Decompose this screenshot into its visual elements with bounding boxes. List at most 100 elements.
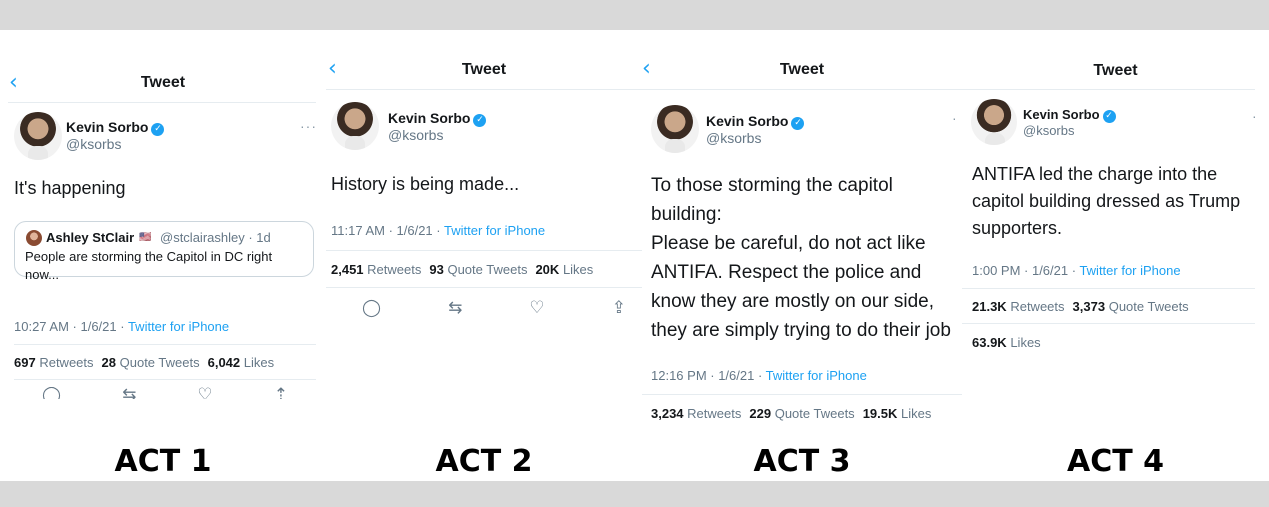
- quoted-user-name: Ashley StClair: [46, 230, 135, 245]
- reply-icon[interactable]: ◯: [42, 387, 61, 399]
- retweet-icon[interactable]: ⇆: [448, 300, 462, 317]
- act-label: ACT 1: [114, 444, 212, 479]
- like-count[interactable]: 63.9K: [972, 335, 1007, 350]
- us-flag-icon: 🇺🇸: [139, 232, 152, 243]
- user-name-text[interactable]: Kevin Sorbo: [66, 119, 148, 135]
- heart-icon[interactable]: ♡: [529, 300, 544, 317]
- avatar[interactable]: [14, 112, 62, 160]
- retweet-icon[interactable]: ⇆: [122, 387, 136, 399]
- avatar[interactable]: [651, 105, 699, 153]
- user-name-text[interactable]: Kevin Sorbo: [1023, 107, 1100, 122]
- more-options-icon[interactable]: ···: [300, 118, 317, 134]
- tweet-panel-act-2: ‹ Tweet Kevin Sorbo ✓ @ksorbs History is …: [326, 30, 642, 481]
- header-divider: [8, 102, 316, 103]
- timestamp-text: 10:27 AM · 1/6/21 ·: [14, 319, 128, 334]
- user-name-text[interactable]: Kevin Sorbo: [706, 113, 788, 129]
- timestamp-text: 1:00 PM · 1/6/21 ·: [972, 263, 1080, 278]
- header-divider: [326, 89, 642, 90]
- verified-badge-icon: ✓: [473, 114, 487, 127]
- user-name[interactable]: Kevin Sorbo ✓: [388, 110, 487, 127]
- source-link[interactable]: Twitter for iPhone: [766, 368, 867, 383]
- likes-label[interactable]: Likes: [244, 355, 274, 370]
- tweet-text: History is being made...: [331, 174, 520, 194]
- likes-label[interactable]: Likes: [901, 406, 931, 421]
- user-handle[interactable]: @ksorbs: [706, 130, 761, 146]
- act-label: ACT 4: [1066, 444, 1165, 479]
- tweet-timestamp: 1:00 PM · 1/6/21 · Twitter for iPhone: [972, 263, 1181, 278]
- tweet-stats: 2,451 Retweets 93 Quote Tweets 20K Likes: [331, 262, 593, 277]
- like-count[interactable]: 20K: [535, 262, 559, 277]
- source-link[interactable]: Twitter for iPhone: [128, 319, 229, 334]
- tweet-panel-act-1: ‹ Tweet Kevin Sorbo ✓ @ksorbs ··· It's ha…: [0, 30, 326, 481]
- quote-count[interactable]: 93: [429, 262, 443, 277]
- action-bar: ◯ ⇆ ♡ ⇪: [362, 300, 626, 317]
- tweet-text: It's happening: [14, 178, 126, 198]
- like-count[interactable]: 19.5K: [863, 406, 898, 421]
- tweet-likes: 63.9K Likes: [972, 335, 1041, 350]
- like-count[interactable]: 6,042: [208, 355, 241, 370]
- retweet-count[interactable]: 2,451: [331, 262, 364, 277]
- quote-tweets-label[interactable]: Quote Tweets: [775, 406, 855, 421]
- avatar[interactable]: [971, 99, 1017, 145]
- act-label: ACT 2: [435, 444, 533, 479]
- header-divider: [962, 89, 1255, 90]
- retweets-label[interactable]: Retweets: [367, 262, 421, 277]
- retweets-label[interactable]: Retweets: [39, 355, 93, 370]
- retweet-count[interactable]: 21.3K: [972, 299, 1007, 314]
- timestamp-text: 12:16 PM · 1/6/21 ·: [651, 368, 766, 383]
- tweet-timestamp: 11:17 AM · 1/6/21 · Twitter for iPhone: [331, 223, 545, 238]
- user-handle[interactable]: @ksorbs: [66, 136, 121, 152]
- tweet-panel-act-3: ‹ Tweet Kevin Sorbo ✓ @ksorbs · To those …: [642, 30, 962, 481]
- verified-badge-icon: ✓: [791, 117, 805, 130]
- more-options-icon[interactable]: ·: [952, 110, 958, 126]
- quoted-tweet[interactable]: Ashley StClair 🇺🇸 @stclairashley · 1d Pe…: [14, 221, 314, 282]
- action-bar: ◯ ⇆ ♡ ⇡: [42, 387, 288, 399]
- stats-divider-middle: [962, 323, 1255, 324]
- tweet-text: To those storming the capitol building: …: [651, 175, 951, 341]
- quoted-user-handle: @stclairashley · 1d: [160, 230, 271, 245]
- page-title: Tweet: [140, 74, 186, 91]
- retweet-count[interactable]: 697: [14, 355, 36, 370]
- share-icon[interactable]: ⇡: [274, 387, 288, 399]
- share-icon[interactable]: ⇪: [612, 300, 626, 317]
- retweets-label[interactable]: Retweets: [687, 406, 741, 421]
- retweet-count[interactable]: 3,234: [651, 406, 684, 421]
- verified-badge-icon: ✓: [1102, 110, 1116, 123]
- stats-divider-top: [642, 394, 962, 395]
- source-link[interactable]: Twitter for iPhone: [444, 223, 545, 238]
- stats-divider-bottom: [14, 379, 316, 380]
- quote-count[interactable]: 229: [749, 406, 771, 421]
- tweet-stats: 3,234 Retweets 229 Quote Tweets 19.5K Like…: [651, 406, 931, 421]
- source-link[interactable]: Twitter for iPhone: [1079, 263, 1180, 278]
- stats-divider-top: [962, 288, 1255, 289]
- header-divider: [642, 89, 962, 90]
- user-name-text[interactable]: Kevin Sorbo: [388, 110, 470, 126]
- avatar[interactable]: [331, 102, 379, 150]
- user-handle[interactable]: @ksorbs: [388, 127, 443, 143]
- tweet-stats: 21.3K Retweets 3,373 Quote Tweets: [972, 299, 1189, 314]
- quoted-avatar: [26, 230, 42, 246]
- page-title: Tweet: [461, 61, 507, 78]
- user-name[interactable]: Kevin Sorbo ✓: [66, 119, 165, 136]
- more-options-icon[interactable]: ·: [1252, 108, 1258, 124]
- user-handle[interactable]: @ksorbs: [1023, 123, 1075, 138]
- screenshot-collage: ‹ Tweet Kevin Sorbo ✓ @ksorbs ··· It's ha…: [0, 30, 1269, 481]
- likes-label[interactable]: Likes: [563, 262, 593, 277]
- user-name[interactable]: Kevin Sorbo ✓: [1023, 107, 1116, 123]
- verified-badge-icon: ✓: [151, 123, 165, 136]
- tweet-timestamp: 12:16 PM · 1/6/21 · Twitter for iPhone: [651, 368, 867, 383]
- quote-tweets-label[interactable]: Quote Tweets: [120, 355, 200, 370]
- retweets-label[interactable]: Retweets: [1010, 299, 1064, 314]
- reply-icon[interactable]: ◯: [362, 300, 381, 317]
- quote-tweets-label[interactable]: Quote Tweets: [447, 262, 527, 277]
- quote-count[interactable]: 28: [102, 355, 116, 370]
- heart-icon[interactable]: ♡: [197, 387, 212, 399]
- quote-tweets-label[interactable]: Quote Tweets: [1109, 299, 1189, 314]
- likes-label[interactable]: Likes: [1010, 335, 1040, 350]
- stats-divider-top: [14, 344, 316, 345]
- quote-count[interactable]: 3,373: [1073, 299, 1106, 314]
- quoted-tweet-text: People are storming the Capitol in DC ri…: [25, 249, 273, 282]
- stats-divider-top: [326, 250, 642, 251]
- user-name[interactable]: Kevin Sorbo ✓: [706, 113, 805, 130]
- tweet-text: ANTIFA led the charge into the capitol b…: [972, 164, 1241, 238]
